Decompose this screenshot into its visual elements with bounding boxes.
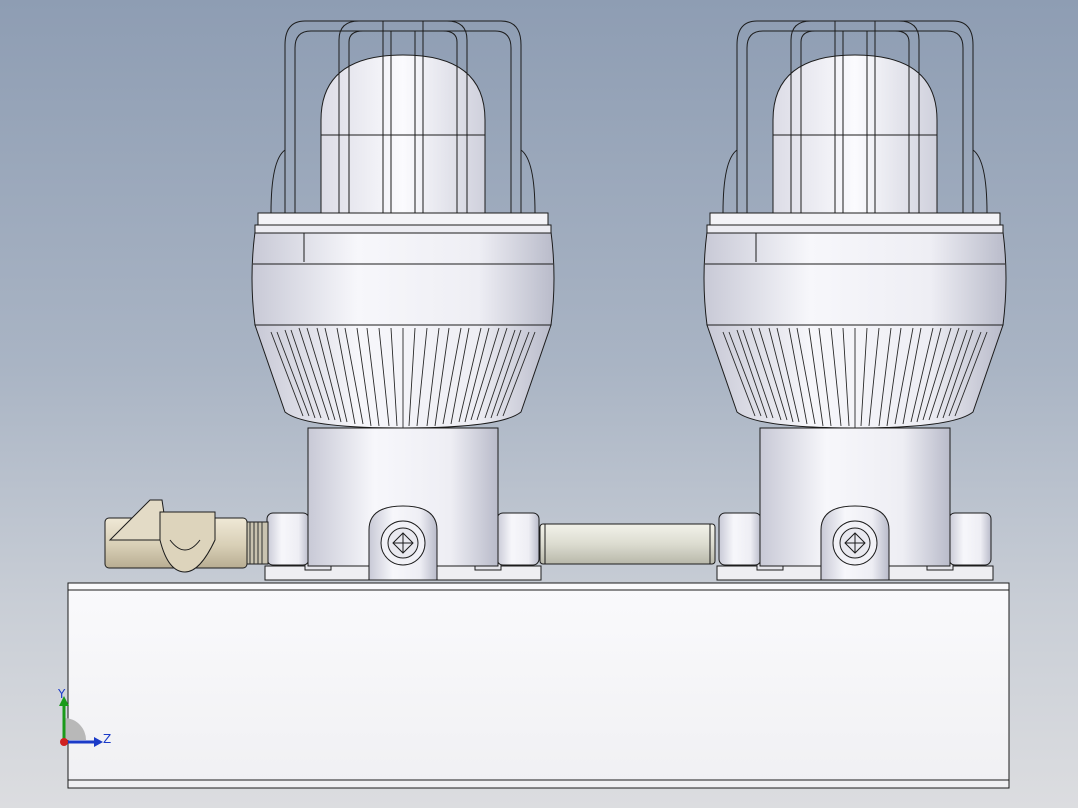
- axis-z-label: Z: [103, 732, 112, 746]
- cad-viewport[interactable]: Y Z: [0, 0, 1078, 808]
- lamp-left: [251, 20, 555, 581]
- assembly-model[interactable]: [0, 0, 1078, 808]
- lamp-right: [703, 20, 1007, 581]
- conduit-pipe: [539, 523, 716, 565]
- axis-y-label: Y: [58, 687, 66, 701]
- cable-gland: [104, 499, 269, 573]
- base-plate: [67, 582, 1010, 789]
